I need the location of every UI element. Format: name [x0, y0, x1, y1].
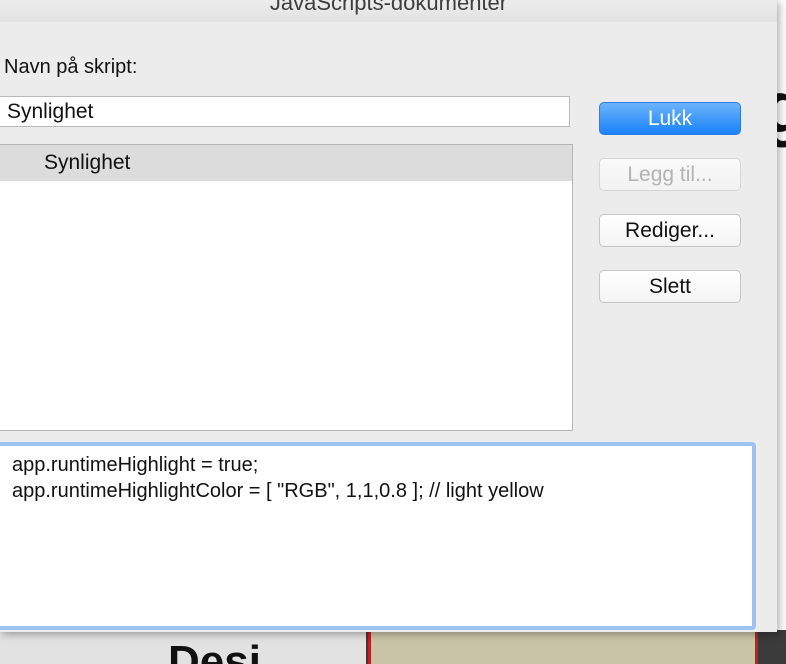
edit-button[interactable]: Rediger... — [599, 214, 741, 247]
background-heading-fragment: Desi — [168, 637, 261, 664]
script-name-input[interactable] — [0, 96, 570, 127]
add-button[interactable]: Legg til... — [599, 158, 741, 191]
background-bottom-right — [368, 630, 758, 664]
script-name-label: Navn på skript: — [4, 56, 138, 78]
script-list[interactable]: Synlighet — [0, 144, 573, 431]
list-item[interactable]: Synlighet — [0, 145, 572, 181]
close-button[interactable]: Lukk — [599, 102, 741, 135]
javascripts-dialog: JavaScripts-dokumenter Navn på skript: S… — [0, 0, 777, 632]
delete-button[interactable]: Slett — [599, 270, 741, 303]
dialog-titlebar[interactable]: JavaScripts-dokumenter — [0, 0, 777, 22]
dialog-title: JavaScripts-dokumenter — [269, 0, 508, 15]
script-code-editor[interactable]: app.runtimeHighlight = true; app.runtime… — [0, 442, 756, 630]
